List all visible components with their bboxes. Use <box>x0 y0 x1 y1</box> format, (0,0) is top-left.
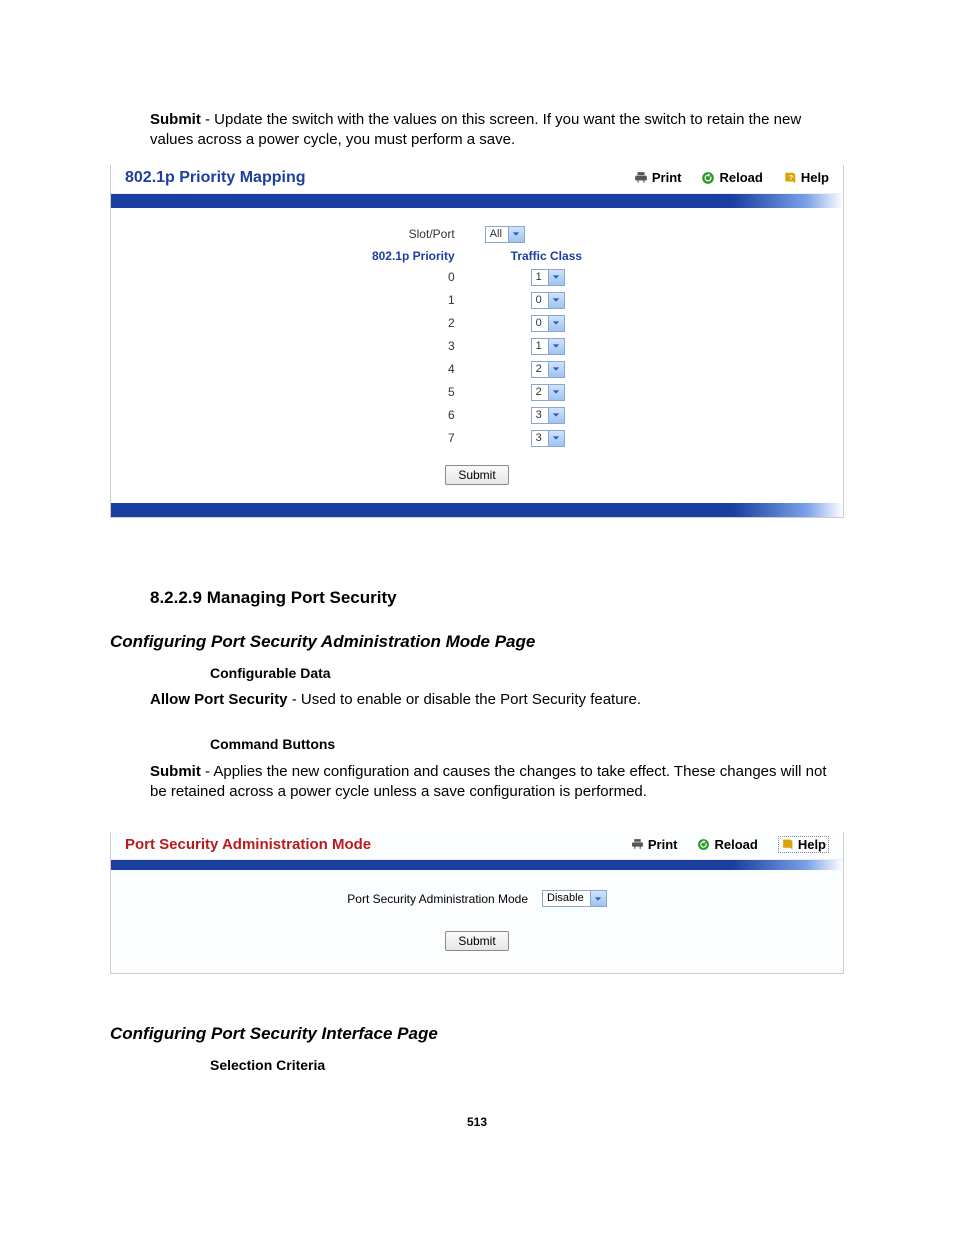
reload-label: Reload <box>714 837 757 852</box>
subsection-heading: Configuring Port Security Administration… <box>110 632 844 652</box>
subsection-heading: Configuring Port Security Interface Page <box>110 1024 844 1044</box>
allow-desc: - Used to enable or disable the Port Sec… <box>288 691 642 708</box>
section-heading: 8.2.2.9 Managing Port Security <box>150 588 844 608</box>
panel-title: 802.1p Priority Mapping <box>125 169 634 187</box>
divider-bar <box>111 503 843 517</box>
chevron-down-icon <box>548 293 564 308</box>
print-label: Print <box>652 170 682 185</box>
chevron-down-icon <box>548 362 564 377</box>
reload-label: Reload <box>719 170 762 185</box>
admin-mode-label: Port Security Administration Mode <box>347 892 528 906</box>
reload-icon <box>701 171 715 185</box>
svg-text:?: ? <box>789 174 793 181</box>
configurable-data-label: Configurable Data <box>210 664 844 683</box>
table-row: 42 <box>358 359 596 380</box>
divider-bar <box>111 194 843 208</box>
submit-label: Submit <box>150 763 201 780</box>
table-row: 73 <box>358 428 596 449</box>
submit-desc: - Applies the new configuration and caus… <box>150 763 827 800</box>
reload-button[interactable]: Reload <box>701 170 762 185</box>
allow-label: Allow Port Security <box>150 691 288 708</box>
slotport-label: Slot/Port <box>358 224 469 245</box>
chevron-down-icon <box>548 408 564 423</box>
admin-mode-value: Disable <box>543 891 590 906</box>
section-number: 8.2.2.9 <box>150 588 207 607</box>
help-icon <box>781 838 794 851</box>
slotport-select[interactable]: All <box>485 226 525 243</box>
chevron-down-icon <box>548 385 564 400</box>
submit-button[interactable]: Submit <box>445 465 508 485</box>
help-icon: ? <box>783 171 797 185</box>
section-title: Managing Port Security <box>207 588 397 607</box>
help-button[interactable]: ? Help <box>783 170 829 185</box>
table-row: 20 <box>358 313 596 334</box>
col-priority: 802.1p Priority <box>358 247 469 265</box>
panel-title: Port Security Administration Mode <box>125 836 631 853</box>
admin-mode-select[interactable]: Disable <box>542 890 607 907</box>
print-button[interactable]: Print <box>634 170 682 185</box>
page-number: 513 <box>110 1115 844 1129</box>
intro-submit-desc: - Update the switch with the values on t… <box>150 111 801 148</box>
table-row: 10 <box>358 290 596 311</box>
table-row: 31 <box>358 336 596 357</box>
allow-port-security-desc: Allow Port Security - Used to enable or … <box>150 690 844 710</box>
submit-button[interactable]: Submit <box>445 931 508 951</box>
traffic-select[interactable]: 1 <box>531 338 565 355</box>
chevron-down-icon <box>548 316 564 331</box>
traffic-select[interactable]: 2 <box>531 361 565 378</box>
reload-icon <box>697 838 710 851</box>
table-row: 63 <box>358 405 596 426</box>
chevron-down-icon <box>508 227 524 242</box>
intro-submit-label: Submit <box>150 111 201 128</box>
chevron-down-icon <box>590 891 606 906</box>
print-icon <box>634 171 648 185</box>
help-label: Help <box>798 837 826 852</box>
port-security-panel: Port Security Administration Mode Print … <box>110 832 844 974</box>
priority-mapping-panel: 802.1p Priority Mapping Print Reload ? H… <box>110 165 844 518</box>
traffic-select[interactable]: 0 <box>531 315 565 332</box>
traffic-select[interactable]: 1 <box>531 269 565 286</box>
panel-header: Port Security Administration Mode Print … <box>111 832 843 860</box>
traffic-select[interactable]: 3 <box>531 430 565 447</box>
divider-bar <box>111 860 843 870</box>
priority-table: Slot/Port All 802.1p Priority Traffic Cl… <box>356 222 598 451</box>
help-button[interactable]: Help <box>778 836 829 853</box>
chevron-down-icon <box>548 339 564 354</box>
traffic-select[interactable]: 3 <box>531 407 565 424</box>
submit-desc-paragraph: Submit - Applies the new configuration a… <box>150 762 844 803</box>
print-label: Print <box>648 837 678 852</box>
command-buttons-label: Command Buttons <box>210 735 844 754</box>
intro-paragraph: Submit - Update the switch with the valu… <box>150 110 844 151</box>
chevron-down-icon <box>548 431 564 446</box>
traffic-select[interactable]: 2 <box>531 384 565 401</box>
panel-header: 802.1p Priority Mapping Print Reload ? H… <box>111 165 843 194</box>
col-traffic: Traffic Class <box>471 247 596 265</box>
print-button[interactable]: Print <box>631 837 678 852</box>
print-icon <box>631 838 644 851</box>
chevron-down-icon <box>548 270 564 285</box>
reload-button[interactable]: Reload <box>697 837 757 852</box>
selection-criteria-label: Selection Criteria <box>210 1056 844 1075</box>
table-row: 52 <box>358 382 596 403</box>
traffic-select[interactable]: 0 <box>531 292 565 309</box>
help-label: Help <box>801 170 829 185</box>
table-row: 01 <box>358 267 596 288</box>
slotport-value: All <box>486 227 508 242</box>
